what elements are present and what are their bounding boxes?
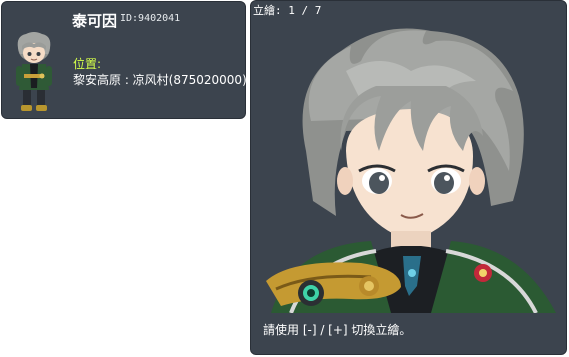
npc-portrait-illustration [266,28,556,313]
location-value: 黎安高原 : 凉风村(875020000) [73,73,247,87]
npc-sprite-image [16,32,52,111]
npc-id: ID:9402041 [120,13,181,24]
portrait-panel: 立繪: 1 / 7 請使用 [-] / [+] 切換立繪。 [250,0,567,355]
npc-info-card: 泰可因 ID:9402041 位置: 黎安高原 : 凉风村(875020000) [1,1,247,119]
location-label: 位置: [73,57,102,71]
portrait-counter: 立繪: 1 / 7 [253,4,322,17]
portrait-switch-hint: 請使用 [-] / [+] 切換立繪。 [263,323,412,337]
npc-name: 泰可因 [72,12,118,30]
